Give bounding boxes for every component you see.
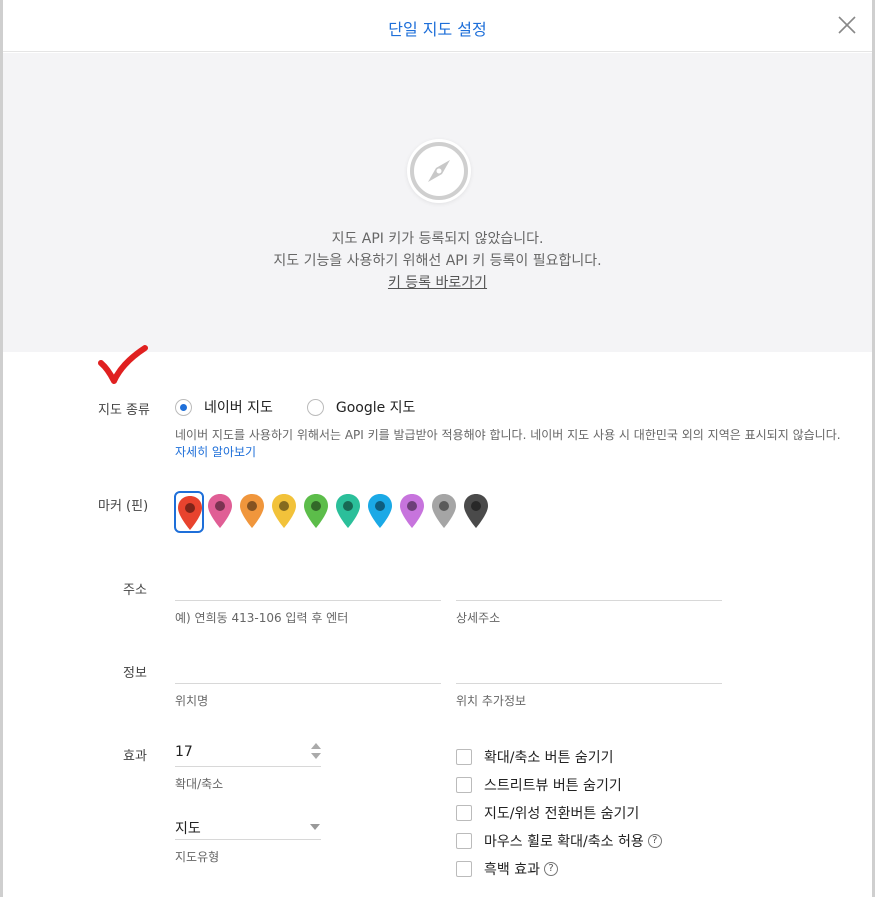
learn-more-link[interactable]: 자세히 알아보기	[175, 443, 256, 460]
zoom-level-stepper[interactable]	[175, 739, 321, 767]
checkbox-hide-zoom-buttons[interactable]: 확대/축소 버튼 숨기기	[456, 747, 614, 767]
detail-address-input[interactable]	[456, 573, 722, 600]
marker-pin-2[interactable]	[206, 491, 236, 533]
map-pin-icon	[304, 494, 328, 528]
marker-pin-6[interactable]	[334, 491, 364, 533]
location-name-input-field[interactable]	[175, 656, 441, 684]
map-pin-icon	[336, 494, 360, 528]
close-button[interactable]	[836, 14, 858, 36]
map-placeholder: 지도 API 키가 등록되지 않았습니다. 지도 기능을 사용하기 위해선 AP…	[3, 53, 872, 352]
checkbox[interactable]	[456, 833, 472, 849]
checkbox-hide-map-satellite-toggle[interactable]: 지도/위성 전환버튼 숨기기	[456, 803, 639, 823]
checkbox[interactable]	[456, 805, 472, 821]
map-pin-icon	[208, 494, 232, 528]
radio-naver-label: 네이버 지도	[204, 400, 273, 416]
location-extra-input[interactable]	[456, 656, 722, 683]
map-type-select-caption: 지도유형	[175, 850, 220, 864]
radio-naver-map[interactable]: 네이버 지도	[175, 397, 273, 417]
zoom-caption: 확대/축소	[175, 777, 224, 791]
address-label: 주소	[123, 583, 147, 598]
dialog-header: 단일 지도 설정	[3, 0, 872, 52]
radio-google-label: Google 지도	[335, 400, 416, 416]
radio-button-checked[interactable]	[175, 398, 192, 416]
checkbox-grayscale-effect[interactable]: 흑백 효과 ?	[456, 859, 558, 879]
checkbox-allow-wheel-zoom[interactable]: 마우스 휠로 확대/축소 허용 ?	[456, 831, 662, 851]
marker-pin-3[interactable]	[238, 491, 268, 533]
info-label: 정보	[123, 666, 147, 681]
help-question-icon[interactable]: ?	[647, 834, 662, 848]
address-input-field[interactable]	[175, 573, 441, 601]
api-key-message: 지도 API 키가 등록되지 않았습니다.	[331, 231, 544, 247]
marker-pin-7[interactable]	[366, 491, 396, 533]
marker-pin-4[interactable]	[270, 491, 300, 533]
map-type-label: 지도 종류	[98, 403, 150, 418]
address-caption: 예) 연희동 413-106 입력 후 엔터	[175, 611, 349, 625]
marker-pin-1[interactable]	[174, 491, 204, 533]
checkbox[interactable]	[456, 861, 472, 877]
compass-icon	[407, 139, 471, 203]
checkbox[interactable]	[456, 777, 472, 793]
map-settings-dialog: 단일 지도 설정 지도 API 키가 등록되지 않았습니다. 지도 기능을 사용…	[0, 0, 875, 897]
effects-label: 효과	[123, 749, 147, 764]
location-extra-caption: 위치 추가정보	[456, 694, 527, 708]
stepper-arrows-icon[interactable]	[310, 742, 322, 760]
dialog-title: 단일 지도 설정	[388, 20, 487, 39]
location-extra-input-field[interactable]	[456, 656, 722, 684]
location-name-caption: 위치명	[175, 694, 209, 708]
marker-pin-5[interactable]	[302, 491, 332, 533]
map-type-radio-group: 네이버 지도 Google 지도	[175, 397, 445, 417]
close-icon	[838, 16, 856, 34]
red-check-annotation-icon	[98, 345, 148, 384]
checkbox-label: 지도/위성 전환버튼 숨기기	[484, 806, 640, 822]
radio-google-map[interactable]: Google 지도	[306, 397, 416, 417]
zoom-level-value: 17	[175, 744, 193, 760]
chevron-down-icon	[310, 824, 320, 830]
address-input[interactable]	[175, 573, 441, 600]
detail-address-caption: 상세주소	[456, 611, 501, 625]
marker-pin-10[interactable]	[462, 491, 492, 533]
marker-pin-9[interactable]	[430, 491, 460, 533]
map-pin-icon	[272, 494, 296, 528]
detail-address-input-field[interactable]	[456, 573, 722, 601]
help-question-icon[interactable]: ?	[543, 862, 558, 876]
checkbox-label: 마우스 휠로 확대/축소 허용	[484, 834, 644, 850]
register-key-link[interactable]: 키 등록 바로가기	[388, 275, 487, 291]
marker-pin-8[interactable]	[398, 491, 428, 533]
map-pin-icon	[240, 494, 264, 528]
map-pin-icon	[464, 494, 488, 528]
map-pin-icon	[368, 494, 392, 528]
checkbox-label: 흑백 효과	[484, 862, 540, 878]
map-pin-icon	[432, 494, 456, 528]
radio-button[interactable]	[306, 398, 324, 416]
map-pin-icon	[178, 496, 202, 530]
marker-label: 마커 (핀)	[98, 499, 149, 514]
checkbox[interactable]	[456, 749, 472, 765]
map-pin-icon	[400, 494, 424, 528]
map-type-select-value: 지도	[175, 821, 201, 837]
location-name-input[interactable]	[175, 656, 441, 683]
checkbox-label: 스트리트뷰 버튼 숨기기	[484, 778, 622, 794]
api-key-message-sub: 지도 기능을 사용하기 위해선 API 키 등록이 필요합니다.	[273, 253, 602, 269]
map-type-help-text: 네이버 지도를 사용하기 위해서는 API 키를 발급받아 적용해야 합니다. …	[175, 428, 841, 442]
checkbox-hide-streetview-button[interactable]: 스트리트뷰 버튼 숨기기	[456, 775, 622, 795]
checkbox-label: 확대/축소 버튼 숨기기	[484, 750, 614, 766]
